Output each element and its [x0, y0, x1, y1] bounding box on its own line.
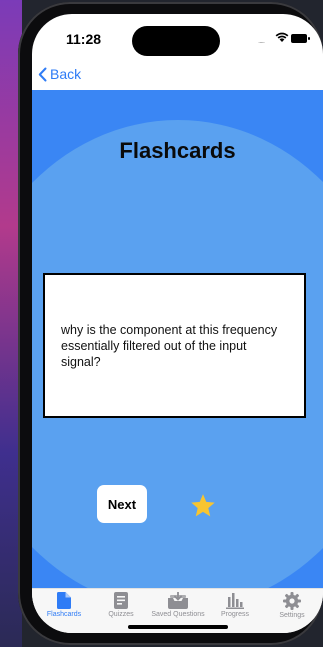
- home-indicator: [128, 625, 228, 629]
- next-button[interactable]: Next: [97, 485, 147, 523]
- tab-label: Saved Questions: [151, 611, 205, 618]
- chevron-left-icon: [38, 67, 47, 81]
- cellular-signal-icon: .....: [258, 36, 265, 45]
- flashcard[interactable]: why is the component at this frequency e…: [43, 273, 306, 418]
- tab-label: Settings: [279, 612, 305, 619]
- flashcard-text: why is the component at this frequency e…: [61, 322, 278, 369]
- tab-progress[interactable]: Progress: [206, 592, 264, 628]
- tab-label: Progress: [220, 611, 249, 618]
- status-bar: 11:28 .....: [32, 14, 323, 62]
- dynamic-island: [132, 26, 220, 56]
- back-label: Back: [50, 66, 82, 82]
- bar-chart-icon: [226, 593, 244, 609]
- wifi-icon: [275, 32, 289, 42]
- tab-saved-questions[interactable]: Saved Questions: [149, 592, 207, 628]
- tab-label: Quizzes: [108, 611, 134, 618]
- flashcards-content: Flashcards why is the component at this …: [32, 90, 323, 588]
- app-screen: 11:28 ..... Back Flashcards why is the c…: [32, 14, 323, 633]
- tab-label: Flashcards: [46, 611, 82, 618]
- back-button[interactable]: Back: [38, 63, 81, 85]
- star-icon[interactable]: [190, 493, 216, 518]
- navigation-bar: Back: [32, 62, 323, 90]
- clipboard-icon: [114, 592, 128, 609]
- tab-settings[interactable]: Settings: [263, 592, 321, 628]
- battery-icon: [291, 34, 311, 43]
- document-icon: [57, 592, 71, 609]
- gear-icon: [283, 592, 301, 610]
- page-title: Flashcards: [119, 138, 236, 163]
- tab-quizzes[interactable]: Quizzes: [92, 592, 150, 628]
- status-time: 11:28: [66, 31, 102, 47]
- tab-flashcards[interactable]: Flashcards: [35, 592, 93, 628]
- tray-download-icon: [168, 592, 188, 609]
